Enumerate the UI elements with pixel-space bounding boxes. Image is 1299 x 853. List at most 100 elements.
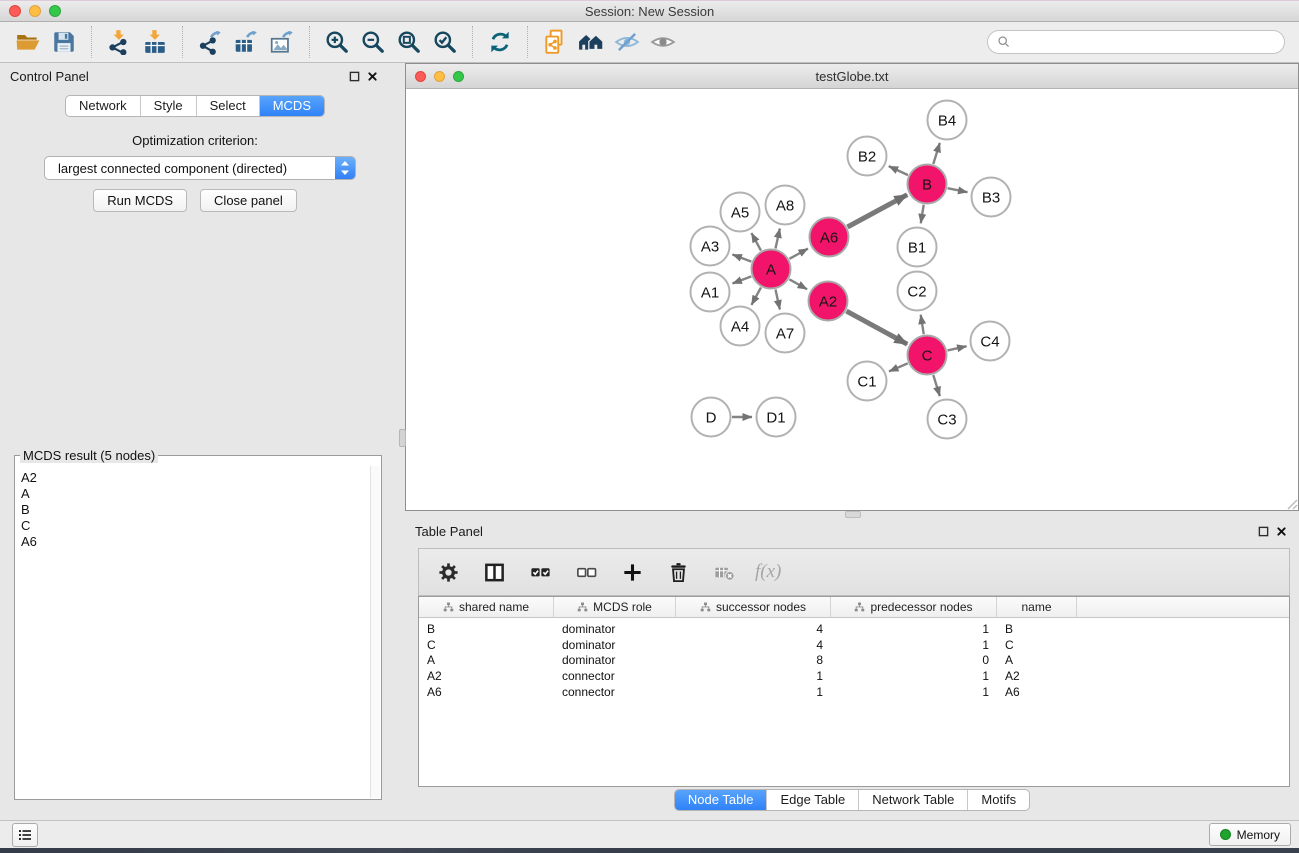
table-row[interactable]: Adominator80A: [419, 653, 1289, 669]
table-cell[interactable]: dominator: [554, 653, 676, 667]
mcds-result-item[interactable]: A: [21, 486, 369, 502]
table-cell[interactable]: 1: [676, 685, 831, 699]
export-table-button[interactable]: [228, 24, 264, 60]
graph-node-A3[interactable]: A3: [691, 227, 730, 266]
graph-node-A8[interactable]: A8: [766, 186, 805, 225]
graph-edge-A-A3[interactable]: [732, 254, 751, 261]
column-header-predecessor-nodes[interactable]: predecessor nodes: [831, 597, 997, 617]
zoom-selected-button[interactable]: [427, 24, 463, 60]
zoom-out-button[interactable]: [355, 24, 391, 60]
horizontal-splitter-handle[interactable]: [845, 511, 861, 518]
unselect-all-columns-button[interactable]: [567, 553, 605, 591]
network-zoom-traffic-light[interactable]: [453, 71, 464, 82]
graph-node-A7[interactable]: A7: [766, 314, 805, 353]
table-cell[interactable]: A6: [419, 685, 554, 699]
tab-network-table[interactable]: Network Table: [859, 790, 968, 810]
column-header-successor-nodes[interactable]: successor nodes: [676, 597, 831, 617]
table-row[interactable]: A6connector11A6: [419, 684, 1289, 700]
graph-node-A[interactable]: A: [752, 250, 791, 289]
open-session-button[interactable]: [10, 24, 46, 60]
zoom-in-button[interactable]: [319, 24, 355, 60]
save-session-button[interactable]: [46, 24, 82, 60]
close-traffic-light[interactable]: [9, 5, 21, 17]
graph-node-B1[interactable]: B1: [898, 228, 937, 267]
graph-node-A6[interactable]: A6: [810, 218, 849, 257]
export-image-button[interactable]: [264, 24, 300, 60]
graph-node-C[interactable]: C: [908, 336, 947, 375]
table-cell[interactable]: C: [997, 638, 1077, 652]
float-panel-button[interactable]: [346, 68, 362, 84]
graph-edge-B-B2[interactable]: [889, 166, 908, 175]
show-column-button[interactable]: [475, 553, 513, 591]
table-row[interactable]: Bdominator41B: [419, 621, 1289, 637]
graph-node-C2[interactable]: C2: [898, 272, 937, 311]
table-cell[interactable]: 1: [831, 685, 997, 699]
tab-style[interactable]: Style: [141, 96, 197, 116]
close-panel-action-button[interactable]: Close panel: [200, 189, 297, 212]
mcds-result-item[interactable]: B: [21, 502, 369, 518]
graph-edge-B-B3[interactable]: [948, 188, 968, 192]
graph-node-B2[interactable]: B2: [848, 137, 887, 176]
hide-graphics-details-button[interactable]: [609, 24, 645, 60]
graph-edge-A-A4[interactable]: [751, 287, 761, 304]
graph-node-C3[interactable]: C3: [928, 400, 967, 439]
import-table-button[interactable]: [137, 24, 173, 60]
refresh-layout-button[interactable]: [482, 24, 518, 60]
select-all-columns-button[interactable]: [521, 553, 559, 591]
zoom-traffic-light[interactable]: [49, 5, 61, 17]
column-header-shared-name[interactable]: shared name: [419, 597, 554, 617]
graph-edge-C-C2[interactable]: [921, 315, 924, 335]
create-column-button[interactable]: [613, 553, 651, 591]
graph-edge-C-C1[interactable]: [889, 363, 908, 371]
network-window-titlebar[interactable]: testGlobe.txt: [406, 64, 1298, 89]
graph-edge-A-A1[interactable]: [732, 276, 751, 283]
table-cell[interactable]: 1: [831, 669, 997, 683]
tab-network[interactable]: Network: [66, 96, 141, 116]
graph-edge-A-A6[interactable]: [789, 249, 808, 259]
minimize-traffic-light[interactable]: [29, 5, 41, 17]
mcds-result-item[interactable]: C: [21, 518, 369, 534]
graph-node-A4[interactable]: A4: [721, 307, 760, 346]
mcds-result-item[interactable]: A2: [21, 470, 369, 486]
tab-edge-table[interactable]: Edge Table: [767, 790, 859, 810]
network-minimize-traffic-light[interactable]: [434, 71, 445, 82]
table-cell[interactable]: 4: [676, 622, 831, 636]
network-file-button[interactable]: [537, 24, 573, 60]
table-row[interactable]: Cdominator41C: [419, 637, 1289, 653]
delete-column-button[interactable]: [659, 553, 697, 591]
tab-motifs[interactable]: Motifs: [968, 790, 1029, 810]
table-cell[interactable]: dominator: [554, 622, 676, 636]
table-cell[interactable]: A: [997, 653, 1077, 667]
result-scrollbar[interactable]: [370, 466, 380, 798]
memory-button[interactable]: Memory: [1209, 823, 1291, 846]
graph-edge-A6-B[interactable]: [847, 195, 907, 227]
table-cell[interactable]: 0: [831, 653, 997, 667]
table-cell[interactable]: A2: [419, 669, 554, 683]
table-cell[interactable]: B: [419, 622, 554, 636]
export-network-button[interactable]: [192, 24, 228, 60]
graph-node-C4[interactable]: C4: [971, 322, 1010, 361]
import-network-button[interactable]: [101, 24, 137, 60]
run-mcds-button[interactable]: Run MCDS: [93, 189, 187, 212]
table-cell[interactable]: A2: [997, 669, 1077, 683]
search-input[interactable]: [1016, 35, 1275, 50]
table-cell[interactable]: A6: [997, 685, 1077, 699]
float-table-panel-button[interactable]: [1255, 523, 1271, 539]
graph-node-A2[interactable]: A2: [809, 282, 848, 321]
table-cell[interactable]: 1: [831, 638, 997, 652]
graph-edge-A-A7[interactable]: [775, 290, 779, 310]
graph-node-C1[interactable]: C1: [848, 362, 887, 401]
graph-edge-A-A2[interactable]: [789, 279, 807, 289]
table-cell[interactable]: C: [419, 638, 554, 652]
table-cell[interactable]: connector: [554, 685, 676, 699]
table-settings-button[interactable]: [429, 553, 467, 591]
resize-grip-icon[interactable]: [1284, 496, 1298, 510]
table-cell[interactable]: 4: [676, 638, 831, 652]
close-panel-button[interactable]: [364, 68, 380, 84]
home-view-button[interactable]: [573, 24, 609, 60]
graph-node-D1[interactable]: D1: [757, 398, 796, 437]
table-cell[interactable]: 1: [831, 622, 997, 636]
graph-edge-A-A8[interactable]: [775, 228, 779, 248]
table-cell[interactable]: 1: [676, 669, 831, 683]
tab-mcds[interactable]: MCDS: [260, 96, 324, 116]
